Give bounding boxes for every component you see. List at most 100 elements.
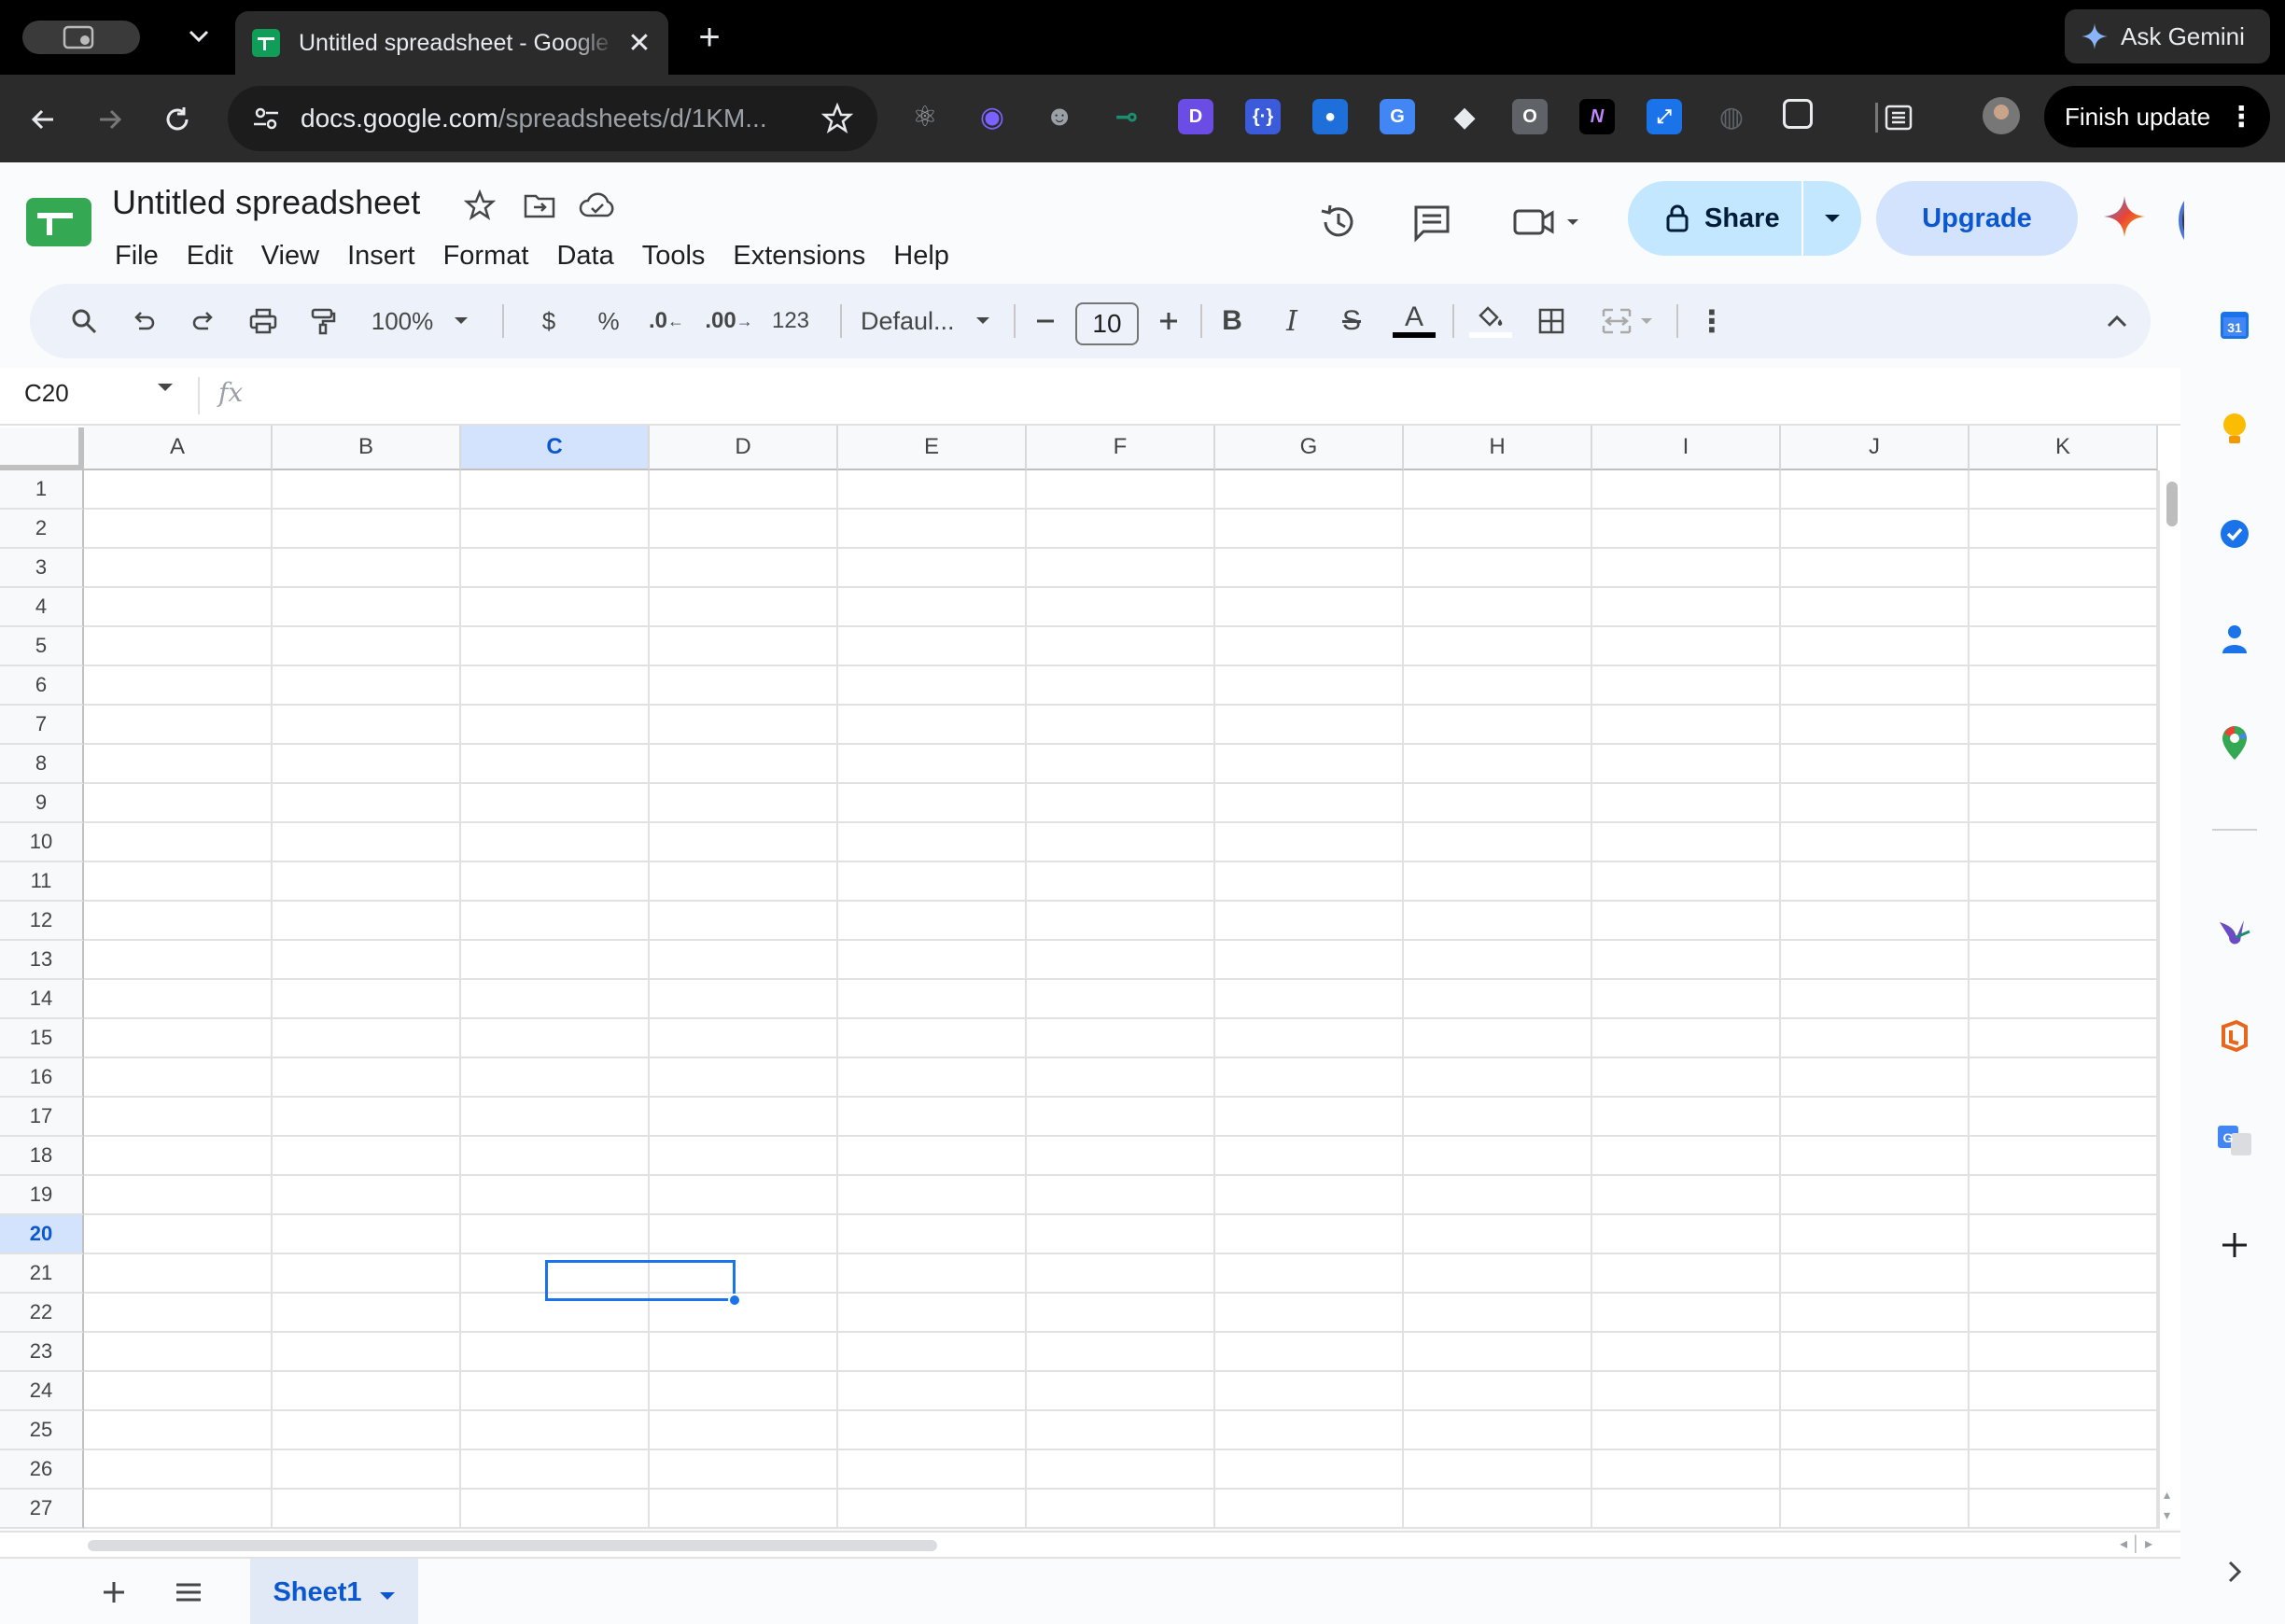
column-header-e[interactable]: E [838,426,1027,470]
get-addons-icon[interactable] [2212,1223,2257,1267]
column-header-a[interactable]: A [84,426,273,470]
row-header-12[interactable]: 12 [0,902,84,941]
row-header-20[interactable]: 20 [0,1215,84,1254]
sheet-tab[interactable]: Sheet1 [250,1559,418,1624]
row-header-2[interactable]: 2 [0,510,84,549]
column-header-h[interactable]: H [1404,426,1592,470]
rec-ext-icon[interactable]: ◍ [1714,99,1749,134]
menu-edit[interactable]: Edit [173,231,247,281]
translate-ext-icon[interactable]: G [1380,99,1415,134]
row-header-9[interactable]: 9 [0,784,84,823]
row-header-7[interactable]: 7 [0,706,84,745]
fill-handle[interactable] [728,1294,741,1307]
browser-tab-active[interactable]: Untitled spreadsheet - Google Sheets ✕ [235,11,668,75]
tab-search-button[interactable] [183,21,215,52]
x-ext-icon[interactable]: ⤢ [1647,99,1682,134]
row-header-5[interactable]: 5 [0,627,84,666]
column-header-j[interactable]: J [1781,426,1970,470]
hummingbird-addon-icon[interactable] [2212,909,2257,954]
version-history-icon[interactable] [1312,196,1365,248]
translate-addon-icon[interactable]: G [2212,1118,2257,1163]
menu-file[interactable]: File [101,231,173,281]
search-menus-icon[interactable] [63,302,105,340]
decrease-decimal-button[interactable]: .0 ← [638,302,694,340]
document-title[interactable]: Untitled spreadsheet [112,183,420,222]
format-percent-button[interactable]: % [588,302,629,340]
row-header-18[interactable]: 18 [0,1137,84,1176]
share-button[interactable]: Share [1628,181,1801,256]
row-header-11[interactable]: 11 [0,862,84,902]
contacts-icon[interactable] [2212,616,2257,661]
address-bar[interactable]: docs.google.com/spreadsheets/d/1KM... [228,86,877,151]
back-button[interactable] [22,99,63,140]
column-header-i[interactable]: I [1592,426,1781,470]
row-header-22[interactable]: 22 [0,1294,84,1333]
scroll-arrows-icon[interactable]: ▴ ▾ [2164,1484,2170,1525]
menu-format[interactable]: Format [429,231,543,281]
keep-icon[interactable] [2212,407,2257,452]
horizontal-scroll-arrows-icon[interactable]: ◂ │ ▸ [2120,1534,2152,1553]
column-header-k[interactable]: K [1970,426,2158,470]
name-box[interactable]: C20 [24,379,69,408]
column-header-d[interactable]: D [650,426,838,470]
cloud-saved-icon[interactable] [579,187,616,224]
add-sheet-icon[interactable] [91,1570,136,1615]
all-sheets-icon[interactable] [166,1570,211,1615]
menu-tools[interactable]: Tools [628,231,720,281]
menu-insert[interactable]: Insert [333,231,429,281]
format-currency-button[interactable]: $ [528,302,569,340]
show-side-panel-icon[interactable] [2212,1549,2257,1594]
more-vert-icon[interactable]: ⋮ [1693,302,1731,340]
horizontal-scroll-thumb[interactable] [88,1540,937,1551]
strikethrough-button[interactable]: S [1331,302,1372,340]
row-header-1[interactable]: 1 [0,470,84,510]
row-header-16[interactable]: 16 [0,1058,84,1098]
vertical-scrollbar[interactable]: ▴ ▾ [2158,470,2180,1529]
close-tab-icon[interactable]: ✕ [624,27,655,60]
bookmark-star-icon[interactable] [820,102,854,139]
row-header-6[interactable]: 6 [0,666,84,706]
selected-cell[interactable] [545,1260,736,1301]
new-tab-icon[interactable]: + [691,17,728,58]
row-header-15[interactable]: 15 [0,1019,84,1058]
font-size-input[interactable]: 10 [1075,302,1139,345]
select-all-corner[interactable] [0,427,84,470]
office-addon-icon[interactable] [2212,1014,2257,1058]
borders-icon[interactable] [1531,302,1572,340]
horizontal-scrollbar[interactable]: ◂ │ ▸ [0,1531,2180,1557]
increase-decimal-button[interactable]: .00 → [698,302,760,340]
site-settings-icon[interactable] [252,105,289,133]
upgrade-button[interactable]: Upgrade [1876,181,2078,256]
bold-button[interactable]: B [1212,302,1253,340]
tab-groups-button[interactable] [22,21,140,54]
reload-button[interactable] [157,99,198,140]
undo-icon[interactable] [123,302,164,340]
git-ext-icon[interactable]: ⊸ [1109,99,1144,134]
row-header-10[interactable]: 10 [0,823,84,862]
d-ext-icon[interactable]: D [1178,99,1213,134]
n-ext-icon[interactable]: N [1579,99,1615,134]
calendar-icon[interactable]: 31 [2212,302,2257,347]
column-header-f[interactable]: F [1027,426,1215,470]
podcast-ext-icon[interactable]: ◉ [974,99,1010,134]
name-box-dropdown-icon[interactable] [157,381,174,398]
menu-extensions[interactable]: Extensions [719,231,879,281]
reddit-ext-icon[interactable]: ☻ [1042,99,1077,134]
gpt-ext-icon[interactable]: ● [1312,99,1348,134]
finish-update-button[interactable]: Finish update ⋮ [2044,86,2270,147]
collapse-menus-icon[interactable] [2096,302,2138,340]
redo-icon[interactable] [183,302,224,340]
caret-down-icon[interactable] [379,1577,396,1608]
font-family-select[interactable]: Defaul... [848,302,1025,340]
zoom-select[interactable]: 100% [364,302,476,340]
maps-icon[interactable] [2212,721,2257,765]
column-header-c[interactable]: C [461,426,650,470]
row-header-24[interactable]: 24 [0,1372,84,1411]
print-icon[interactable] [243,302,284,340]
text-color-button[interactable]: A [1391,302,1437,340]
menu-data[interactable]: Data [542,231,627,281]
vertical-scroll-thumb[interactable] [2166,482,2178,526]
react-devtools-icon[interactable]: ⚛ [907,99,943,134]
row-header-3[interactable]: 3 [0,549,84,588]
reading-list-button[interactable] [1878,97,1919,138]
